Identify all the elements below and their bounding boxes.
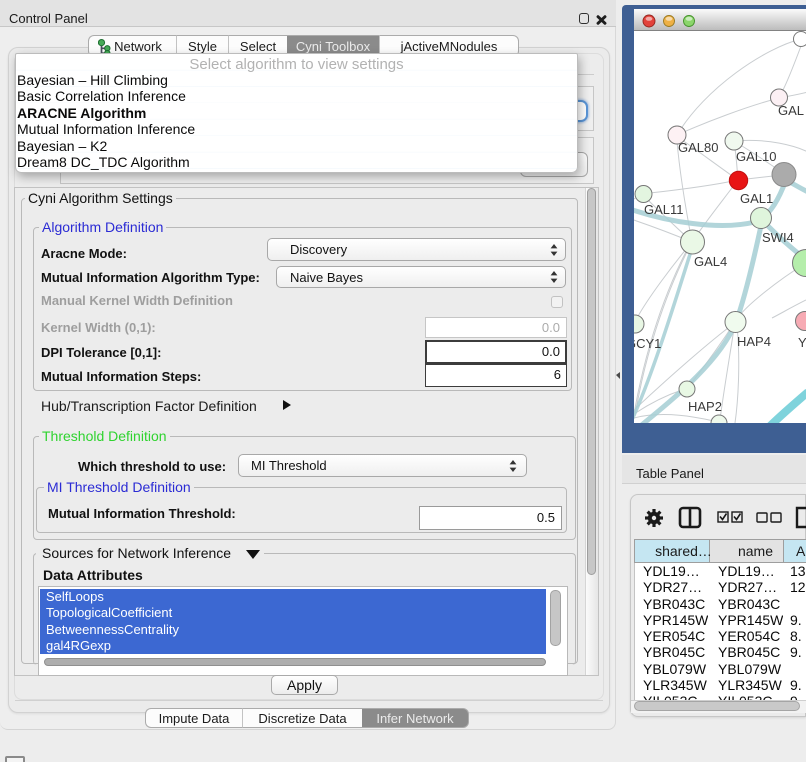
svg-text:GAL80: GAL80 [678,140,718,155]
svg-text:GAL11: GAL11 [644,202,684,217]
svg-text:Y: Y [798,335,806,350]
svg-text:HAP2: HAP2 [688,399,722,414]
svg-text:GAL: GAL [778,103,804,118]
svg-text:GCY1: GCY1 [634,336,661,351]
svg-text:GAL10: GAL10 [736,149,776,164]
svg-text:HAP4: HAP4 [737,334,771,349]
svg-text:SWI4: SWI4 [762,230,794,245]
svg-text:GAL4: GAL4 [694,254,727,269]
svg-text:GAL1: GAL1 [740,191,773,206]
